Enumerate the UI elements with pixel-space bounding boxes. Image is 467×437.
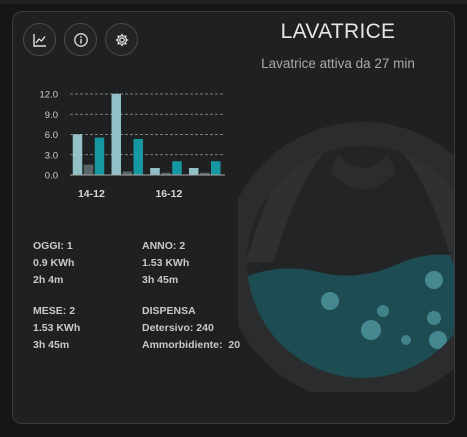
- chart-bar: [133, 138, 143, 176]
- bubble: [425, 271, 443, 289]
- chart-bar: [122, 171, 132, 176]
- chart-bar: [211, 161, 221, 176]
- today-count: 1: [66, 240, 73, 252]
- bubble: [361, 320, 381, 340]
- stats-dispenser: DISPENSA Detersivo: 240 Ammorbidiente: 2…: [142, 303, 240, 354]
- washing-machine-drum-illustration: [238, 122, 454, 392]
- detergent-value: 240: [196, 322, 214, 334]
- chart-bar: [83, 164, 94, 176]
- chart-line-icon: [32, 33, 46, 47]
- info-button[interactable]: [64, 23, 97, 56]
- today-label: OGGI:: [33, 240, 64, 252]
- y-tick-label: 12.0: [40, 90, 59, 101]
- top-bar: [0, 0, 467, 4]
- year-time: 3h 45m: [142, 274, 179, 286]
- bubble: [401, 335, 411, 345]
- softener-label: Ammorbidiente:: [142, 339, 223, 351]
- bubble: [321, 292, 339, 310]
- x-tick-label: 16-12: [155, 188, 182, 200]
- y-tick-label: 0.0: [45, 171, 58, 182]
- bubble: [377, 305, 389, 317]
- device-title: LAVATRICE: [280, 20, 396, 43]
- month-energy: 1.53 KWh: [33, 322, 81, 334]
- chart-bar: [111, 93, 121, 176]
- month-time: 3h 45m: [33, 339, 70, 351]
- today-energy: 0.9 KWh: [33, 257, 75, 269]
- year-label: ANNO:: [142, 240, 177, 252]
- info-icon: [73, 32, 88, 47]
- history-chart-button[interactable]: [23, 23, 56, 56]
- chart-bar: [172, 161, 182, 176]
- y-tick-label: 6.0: [45, 130, 58, 141]
- stats-year: ANNO: 2 1.53 KWh 3h 45m: [142, 238, 189, 289]
- year-count: 2: [179, 240, 186, 252]
- chart-bar: [94, 137, 105, 176]
- gear-icon: [115, 33, 128, 46]
- month-count: 2: [69, 305, 76, 317]
- stats-today: OGGI: 1 0.9 KWh 2h 4m: [33, 238, 74, 289]
- washing-machine-card: LAVATRICE Lavatrice attiva da 27 min 12.…: [12, 11, 455, 424]
- chart-bar: [150, 168, 160, 176]
- year-energy: 1.53 KWh: [142, 257, 190, 269]
- bubble: [427, 311, 441, 325]
- chart-bar: [189, 168, 199, 176]
- settings-button[interactable]: [105, 23, 138, 56]
- today-time: 2h 4m: [33, 274, 64, 286]
- month-label: MESE:: [33, 305, 67, 317]
- stats-month: MESE: 2 1.53 KWh 3h 45m: [33, 303, 80, 354]
- detergent-label: Detersivo:: [142, 322, 194, 334]
- y-tick-label: 9.0: [45, 110, 58, 121]
- dispenser-label: DISPENSA: [142, 305, 196, 317]
- device-status: Lavatrice attiva da 27 min: [261, 56, 415, 71]
- x-tick-label: 14-12: [78, 188, 105, 200]
- chart-bar: [72, 134, 83, 176]
- y-tick-label: 3.0: [45, 150, 58, 161]
- energy-bar-chart: 12.0 9.0 6.0 3.0 0.0 14-12 16-12: [40, 90, 225, 200]
